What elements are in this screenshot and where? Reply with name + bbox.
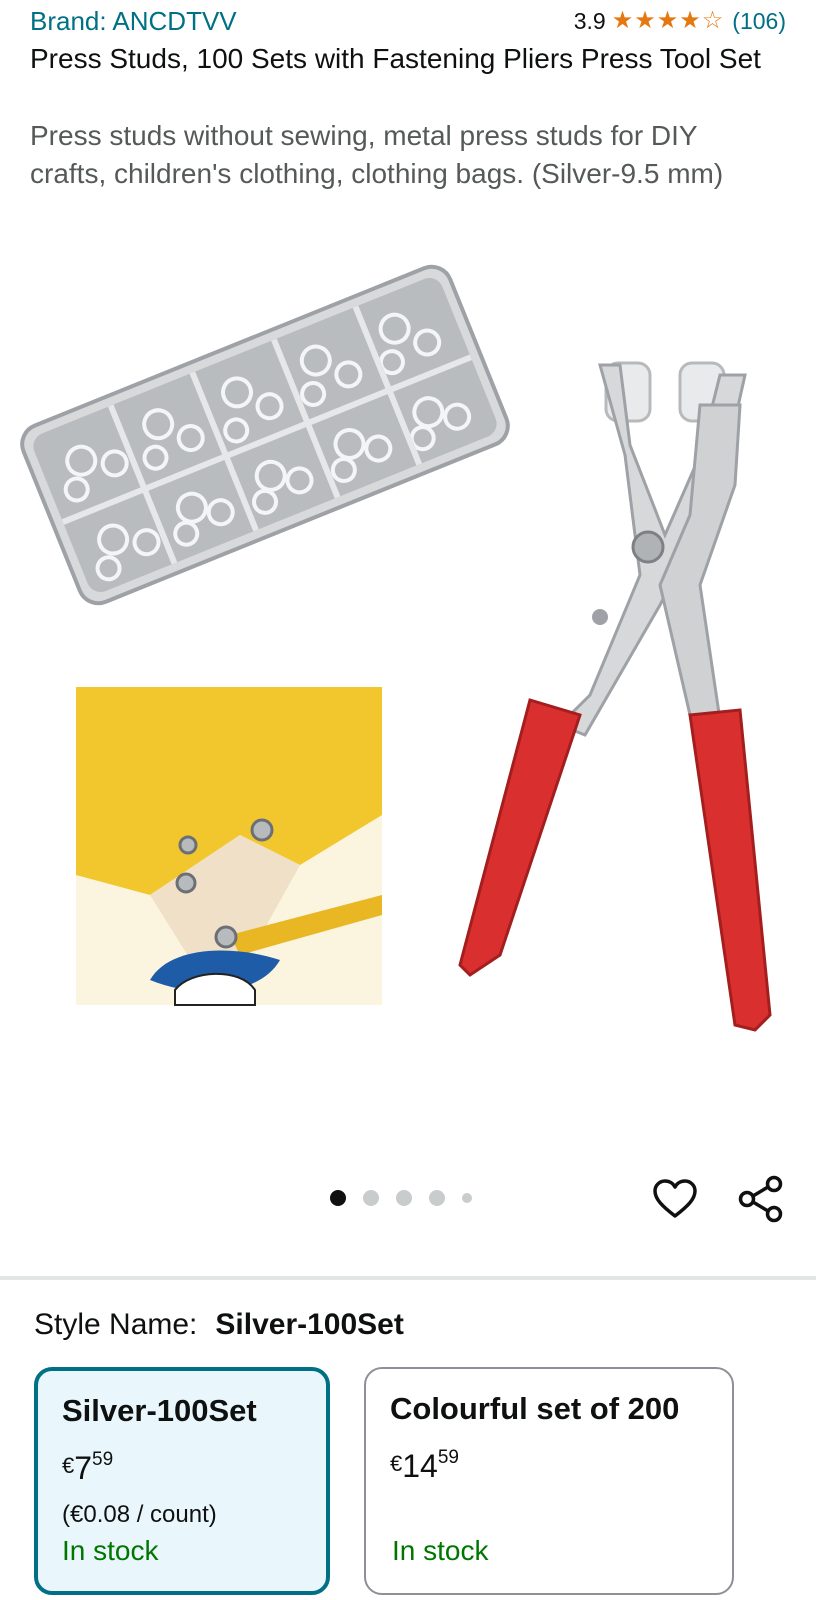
- star-full-icon: ★: [611, 7, 634, 34]
- pliers-image: [458, 361, 772, 1032]
- price-fraction: 59: [437, 1447, 459, 1468]
- section-divider: [0, 1276, 816, 1280]
- style-option-silver-100set[interactable]: Silver-100Set €759 (€0.08 / count) In st…: [34, 1367, 330, 1595]
- style-name-value: Silver-100Set: [215, 1308, 404, 1341]
- star-full-icon: ★: [656, 7, 679, 34]
- style-name-label: Style Name:: [34, 1308, 198, 1341]
- price-whole: 7: [74, 1450, 93, 1486]
- option-name: Colourful set of 200: [390, 1391, 680, 1426]
- product-subtitle: Press studs without sewing, metal press …: [30, 120, 724, 189]
- star-full-icon: ★: [679, 7, 701, 34]
- gallery-dot[interactable]: [429, 1190, 445, 1206]
- option-price: €759: [62, 1449, 302, 1487]
- style-name-row: Style Name: Silver-100Set: [34, 1308, 404, 1342]
- option-unit-price: (€0.08 / count): [62, 1501, 217, 1528]
- gallery-dot[interactable]: [330, 1190, 346, 1206]
- gallery-dot[interactable]: [396, 1190, 412, 1206]
- star-empty-icon: ☆: [701, 7, 724, 34]
- option-price: €1459: [390, 1447, 708, 1485]
- brand-link[interactable]: Brand: ANCDTVV: [30, 6, 237, 37]
- product-image-gallery[interactable]: [0, 255, 816, 1135]
- top-line: Brand: ANCDTVV 3.9 ★ ★ ★ ★ ☆ (106): [30, 4, 786, 38]
- rating-stars: ★ ★ ★ ★ ☆: [612, 9, 725, 33]
- gallery-dot[interactable]: [363, 1190, 379, 1206]
- price-currency: €: [390, 1451, 403, 1476]
- heart-icon[interactable]: [652, 1178, 698, 1220]
- rating-count: (106): [732, 7, 786, 34]
- price-whole: 14: [402, 1448, 438, 1484]
- rating-summary[interactable]: 3.9 ★ ★ ★ ★ ☆ (106): [574, 8, 786, 35]
- share-icon[interactable]: [738, 1175, 784, 1223]
- style-option-colourful-set-of-200[interactable]: Colourful set of 200 €1459 In stock: [364, 1367, 734, 1595]
- gallery-pagination: [330, 1190, 489, 1206]
- gallery-dot[interactable]: [462, 1193, 472, 1203]
- option-name: Silver-100Set: [62, 1393, 257, 1428]
- option-stock-status: In stock: [392, 1535, 489, 1566]
- product-title: Press Studs, 100 Sets with Fastening Pli…: [30, 43, 761, 74]
- star-full-icon: ★: [634, 7, 656, 34]
- stud-box-image: [20, 264, 510, 606]
- garment-closeup-image: [76, 687, 382, 1006]
- option-stock-status: In stock: [62, 1535, 159, 1566]
- rating-value: 3.9: [573, 7, 606, 34]
- price-currency: €: [62, 1453, 75, 1478]
- price-fraction: 59: [92, 1449, 114, 1470]
